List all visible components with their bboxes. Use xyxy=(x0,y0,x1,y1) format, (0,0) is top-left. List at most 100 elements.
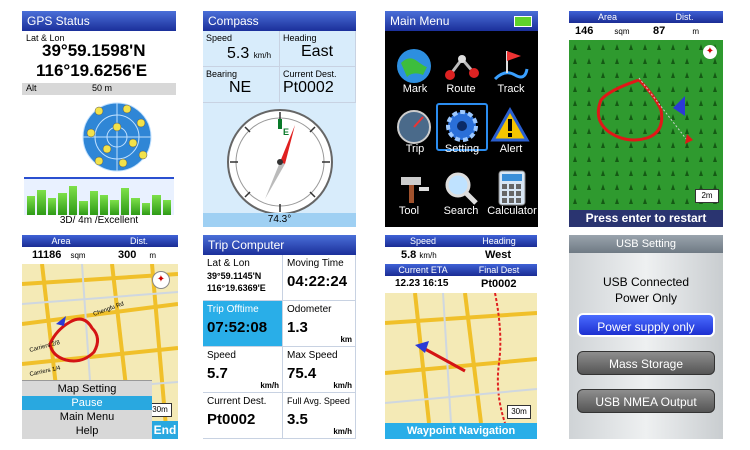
ctx-map-setting[interactable]: Map Setting xyxy=(22,382,152,396)
dist-value: 87 m xyxy=(653,25,699,37)
press-enter-restart[interactable]: Press enter to restart xyxy=(569,210,723,227)
satellite-signal-bar xyxy=(162,199,171,215)
usb-status-line2: Power Only xyxy=(614,291,678,305)
signal-strength-chart xyxy=(24,177,174,215)
speed-value: 5.8 km/h xyxy=(401,249,437,261)
map-scale: 30m xyxy=(507,405,531,419)
alt-value: 50 m xyxy=(92,83,113,93)
satellite-signal-bar xyxy=(152,194,161,215)
bearing-label: Bearing xyxy=(206,69,238,79)
track-flag-icon[interactable] xyxy=(489,45,531,87)
alert-icon[interactable] xyxy=(489,105,531,147)
eta-value: 12.23 16:15 xyxy=(395,278,449,289)
waypoint-nav-panel: Speed Heading 5.8 km/h West Current ETA … xyxy=(385,235,537,439)
map-compass-icon: ✦ xyxy=(703,45,717,59)
dist-header: Dist. xyxy=(100,235,178,247)
odometer-cell: Odometer 1.3 km xyxy=(283,301,356,347)
trip-lat: 39°59.1145'N xyxy=(207,271,262,281)
satellite-signal-bar xyxy=(141,203,151,215)
satellite-signal-bar xyxy=(120,187,130,215)
menu-item-track[interactable]: Track xyxy=(481,83,538,95)
power-supply-only-button[interactable]: Power supply only xyxy=(577,313,715,337)
usb-setting-panel: USB Setting USB Connected Power Only Pow… xyxy=(569,235,723,439)
heading-label: Heading xyxy=(283,33,317,43)
area-header: Area xyxy=(22,235,100,247)
calculator-icon[interactable] xyxy=(491,167,533,209)
usb-setting-title: USB Setting xyxy=(569,235,723,253)
satellite-signal-bar xyxy=(47,198,57,215)
current-dest-label: Current Dest. xyxy=(283,69,337,79)
longitude-value: 116°19.6256'E xyxy=(36,61,148,80)
avg-speed-cell: Full Avg. Speed 3.5 km/h xyxy=(283,393,356,439)
trip-computer-title: Trip Computer xyxy=(203,235,356,255)
waypoint-navigation-footer: Waypoint Navigation xyxy=(385,423,537,439)
area-header: Area xyxy=(569,11,646,23)
alt-label: Alt xyxy=(26,83,37,93)
final-dest-header: Final Dest xyxy=(461,264,537,276)
battery-icon xyxy=(514,16,532,27)
current-dest-cell: Current Dest. Pt0002 xyxy=(203,393,283,439)
satellite-signal-bar xyxy=(131,198,140,215)
area-map-panel: Area Dist. 146 sqm 87 m ✦ 2m Press enter… xyxy=(569,11,723,227)
compass-rose-icon: E xyxy=(227,109,333,215)
usb-nmea-output-button[interactable]: USB NMEA Output xyxy=(577,389,715,413)
menu-item-calculator[interactable]: Calculator xyxy=(482,205,538,217)
final-dest-value: Pt0002 xyxy=(481,278,517,290)
speed-value: 5.3 km/h xyxy=(227,45,272,62)
nav-map-canvas xyxy=(385,293,537,423)
context-menu: Map Setting Pause Main Menu Help xyxy=(22,380,152,439)
max-speed-cell: Max Speed 75.4 km/h xyxy=(283,347,356,393)
eta-header: Current ETA xyxy=(385,264,461,276)
map-compass-icon: ✦ xyxy=(152,271,170,289)
search-magnifier-icon[interactable] xyxy=(440,167,482,209)
heading-header: Heading xyxy=(461,235,537,247)
svg-text:E: E xyxy=(283,127,289,137)
satellite-signal-bar xyxy=(100,194,109,215)
usb-status-line1: USB Connected xyxy=(602,275,690,289)
speed-label: Speed xyxy=(206,33,233,43)
bearing-value: NE xyxy=(229,79,252,96)
green-map-canvas xyxy=(569,40,723,210)
satellite-signal-bar xyxy=(27,196,36,215)
end-button[interactable]: End xyxy=(152,421,178,439)
speed-cell: Speed 5.7 km/h xyxy=(203,347,283,393)
area-value: 146 sqm xyxy=(575,25,630,37)
moving-time-cell: Moving Time 04:22:24 xyxy=(283,255,356,301)
setting-gear-icon[interactable] xyxy=(441,105,483,147)
satellite-signal-bar xyxy=(110,199,119,215)
trip-gauge-icon[interactable] xyxy=(393,105,435,147)
trip-offtime-cell: Trip Offtime 07:52:08 xyxy=(203,301,283,347)
satellite-signal-bar xyxy=(89,191,98,215)
menu-item-alert[interactable]: Alert xyxy=(481,143,538,155)
mark-globe-icon[interactable] xyxy=(393,45,435,87)
trip-lon: 116°19.6369'E xyxy=(207,283,266,293)
satellite-signal-bar xyxy=(79,201,88,215)
compass-degrees: 74.3° xyxy=(203,213,356,227)
satellite-skyplot xyxy=(82,102,152,172)
ctx-help[interactable]: Help xyxy=(22,424,152,438)
ctx-main-menu[interactable]: Main Menu xyxy=(22,410,152,424)
gps-status-panel: GPS Status Lat & Lon 39°59.1598'N 116°19… xyxy=(22,11,176,226)
satellite-signal-bar xyxy=(37,189,46,215)
compass-panel: Compass Speed 5.3 km/h Heading East Bear… xyxy=(203,11,356,227)
area-value: 11186 sqm xyxy=(32,249,86,261)
fix-status: 3D/ 4m /Excellent xyxy=(59,215,139,226)
route-icon[interactable] xyxy=(440,45,482,87)
satellite-signal-bar xyxy=(68,186,78,215)
compass-title: Compass xyxy=(203,11,356,31)
dist-header: Dist. xyxy=(646,11,723,23)
current-dest-value: Pt0002 xyxy=(283,79,334,96)
area-context-panel: Area Dist. 11186 sqm 300 m Chengfu Rd Ca… xyxy=(22,235,178,439)
satellite-signal-bar xyxy=(58,192,67,215)
heading-value: West xyxy=(485,249,512,261)
ctx-pause[interactable]: Pause xyxy=(22,396,152,410)
mass-storage-button[interactable]: Mass Storage xyxy=(577,351,715,375)
dist-value: 300 m xyxy=(118,249,157,261)
map-scale: 2m xyxy=(695,189,719,203)
latlon-cell: Lat & Lon 39°59.1145'N 116°19.6369'E xyxy=(203,255,283,301)
trip-computer-panel: Trip Computer Lat & Lon 39°59.1145'N 116… xyxy=(203,235,356,439)
main-menu-panel: Main Menu Mark Route Track Trip Setting … xyxy=(385,11,538,227)
gps-status-title: GPS Status xyxy=(22,11,176,31)
latitude-value: 39°59.1598'N xyxy=(42,41,146,60)
tool-hammer-icon[interactable] xyxy=(393,167,435,209)
